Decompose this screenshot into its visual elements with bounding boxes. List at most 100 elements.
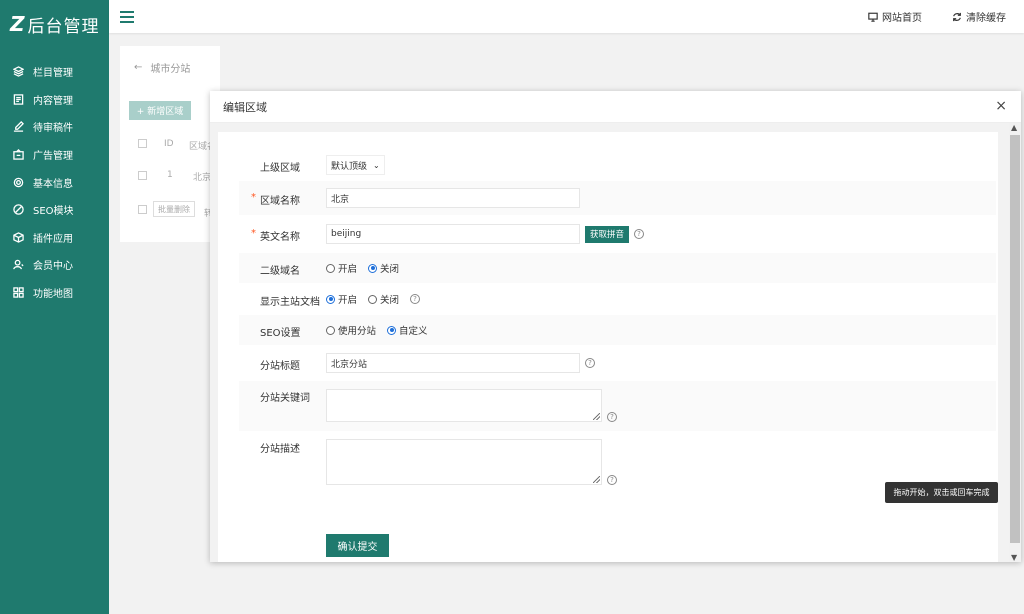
sidebar-item-content[interactable]: 内容管理 — [0, 86, 109, 114]
select-all-checkbox[interactable] — [138, 139, 147, 148]
clear-cache-label: 清除缓存 — [966, 13, 1006, 24]
row-id: 1 — [167, 170, 173, 180]
seo-custom-radio[interactable]: 自定义 — [387, 323, 428, 337]
seo-label: SEO设置 — [260, 328, 301, 339]
subdomain-on-radio[interactable]: 开启 — [326, 261, 357, 275]
subdomain-off-radio[interactable]: 关闭 — [368, 261, 399, 275]
subdomain-row: 二级域名 开启 关闭 — [239, 253, 996, 283]
radio-label: 开启 — [338, 295, 358, 306]
description-row: 分站描述 ? — [239, 434, 996, 524]
ad-icon — [13, 149, 24, 160]
app-title: 后台管理 — [27, 16, 100, 37]
keywords-row: 分站关键词 ? — [239, 381, 996, 431]
sidebar-item-seo[interactable]: SEO模块 — [0, 196, 109, 224]
sidebar-item-columns[interactable]: 栏目管理 — [0, 58, 109, 86]
description-textarea[interactable] — [326, 439, 602, 485]
row-checkbox[interactable] — [138, 171, 147, 180]
form-card: 上级区域 默认顶级 ⌄ * 区域名称 北京 * 英文名称 beijing 获取拼… — [218, 132, 998, 562]
refresh-icon — [953, 12, 961, 21]
cube-icon — [13, 232, 24, 243]
sidebar-item-map[interactable]: 功能地图 — [0, 279, 109, 307]
scroll-thumb[interactable] — [1010, 135, 1020, 543]
description-label: 分站描述 — [260, 444, 300, 455]
sidebar-item-pending[interactable]: 待审稿件 — [0, 113, 109, 141]
layers-icon — [13, 66, 24, 78]
show-main-row: 显示主站文档 开启 关闭 ? — [239, 284, 996, 314]
menu-toggle-icon[interactable] — [120, 10, 134, 23]
column-id: ID — [164, 139, 174, 149]
back-arrow-icon: ← — [134, 62, 143, 73]
show-main-label: 显示主站文档 — [260, 297, 320, 308]
get-pinyin-button[interactable]: 获取拼音 — [585, 225, 630, 243]
chevron-down-icon: ⌄ — [373, 160, 380, 170]
help-icon[interactable]: ? — [607, 412, 617, 422]
sidebar-item-label: 功能地图 — [33, 289, 73, 301]
sidebar-item-basic[interactable]: 基本信息 — [0, 168, 109, 196]
compass-icon — [13, 204, 24, 215]
help-icon[interactable]: ? — [634, 229, 645, 239]
help-icon[interactable]: ? — [607, 475, 617, 485]
monitor-icon — [868, 12, 878, 22]
region-name-row: * 区域名称 北京 — [239, 181, 996, 215]
clear-cache-link[interactable]: 清除缓存 — [952, 9, 1006, 24]
add-region-button[interactable]: + 新增区域 — [129, 101, 191, 120]
user-icon — [13, 260, 24, 270]
scroll-down-icon[interactable]: ▼ — [1011, 553, 1017, 562]
seo-use-sub-radio[interactable]: 使用分站 — [326, 323, 376, 337]
sidebar-item-label: 广告管理 — [33, 151, 73, 163]
dialog-header[interactable]: 编辑区域 × — [210, 91, 1021, 123]
site-title-row: 分站标题 北京分站 ? — [239, 348, 996, 378]
keywords-label: 分站关键词 — [260, 393, 310, 404]
document-icon — [13, 94, 24, 105]
parent-region-select[interactable]: 默认顶级 ⌄ — [326, 155, 385, 175]
row-name: 北京 — [193, 173, 212, 183]
back-link[interactable]: ← 城市分站 — [134, 60, 190, 75]
dialog-title: 编辑区域 — [223, 100, 267, 114]
submit-button[interactable]: 确认提交 — [326, 534, 389, 557]
drag-tooltip: 拖动开始，双击或回车完成 — [885, 482, 998, 503]
sidebar-item-ads[interactable]: 广告管理 — [0, 141, 109, 169]
sidebar-item-label: 待审稿件 — [33, 123, 73, 135]
sidebar-item-label: SEO模块 — [33, 206, 74, 218]
close-icon[interactable]: × — [995, 99, 1007, 113]
region-name-label: 区域名称 — [260, 196, 300, 207]
parent-region-value: 默认顶级 — [331, 161, 368, 172]
site-home-label: 网站首页 — [882, 13, 922, 24]
help-icon[interactable]: ? — [410, 294, 421, 304]
english-name-input[interactable]: beijing — [326, 224, 580, 244]
site-title-label: 分站标题 — [260, 361, 300, 372]
subdomain-label: 二级域名 — [260, 266, 300, 277]
batch-checkbox[interactable] — [138, 205, 147, 214]
sidebar-item-label: 会员中心 — [33, 261, 73, 273]
help-icon[interactable]: ? — [585, 358, 595, 368]
sidebar-item-label: 栏目管理 — [33, 68, 73, 80]
radio-label: 开启 — [338, 264, 358, 275]
sidebar: Z 后台管理 栏目管理 内容管理 待审稿件 广告管理 基本信息 SEO模块 插件… — [0, 0, 109, 614]
gear-icon — [13, 177, 24, 187]
region-name-input[interactable]: 北京 — [326, 188, 580, 208]
scroll-up-icon[interactable]: ▲ — [1011, 123, 1017, 132]
radio-label: 自定义 — [399, 326, 428, 337]
radio-label: 关闭 — [380, 264, 400, 275]
keywords-textarea[interactable] — [326, 389, 602, 422]
required-marker: * — [251, 228, 256, 239]
logo-mark: Z — [10, 12, 25, 36]
grid-icon — [13, 287, 24, 298]
seo-row: SEO设置 使用分站 自定义 — [239, 315, 996, 345]
top-actions: 网站首页 清除缓存 — [868, 0, 1006, 33]
site-home-link[interactable]: 网站首页 — [868, 9, 922, 24]
parent-region-row: 上级区域 默认顶级 ⌄ — [239, 152, 996, 178]
logo[interactable]: Z 后台管理 — [0, 0, 109, 48]
show-main-off-radio[interactable]: 关闭 — [368, 292, 399, 306]
english-name-row: * 英文名称 beijing 获取拼音 ? — [239, 219, 996, 249]
batch-delete-button[interactable]: 批量删除 — [153, 201, 195, 217]
required-marker: * — [251, 192, 256, 203]
dialog-scrollbar[interactable]: ▲ ▼ — [1009, 123, 1021, 562]
sidebar-item-members[interactable]: 会员中心 — [0, 251, 109, 279]
show-main-on-radio[interactable]: 开启 — [326, 292, 357, 306]
radio-label: 使用分站 — [338, 326, 377, 337]
radio-label: 关闭 — [380, 295, 400, 306]
sidebar-item-plugins[interactable]: 插件应用 — [0, 224, 109, 252]
sidebar-item-label: 基本信息 — [33, 178, 73, 190]
site-title-input[interactable]: 北京分站 — [326, 353, 580, 373]
